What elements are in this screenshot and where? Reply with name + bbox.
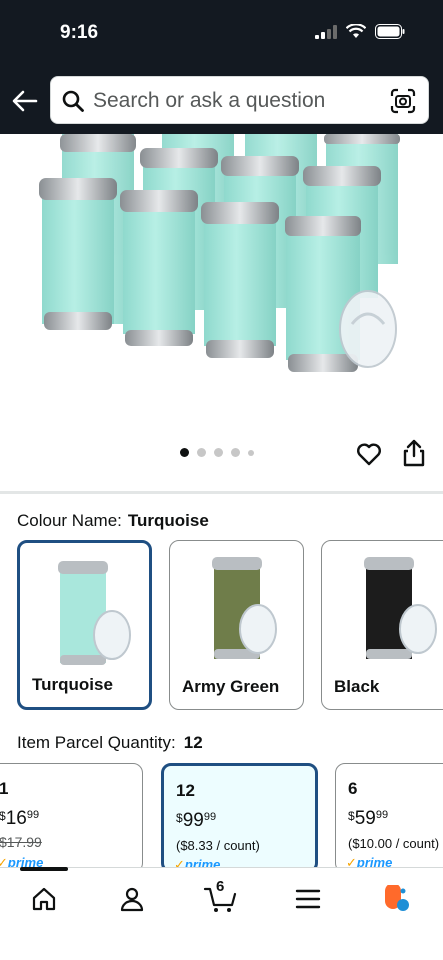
nav-rufus[interactable] bbox=[374, 882, 418, 916]
nav-cart[interactable]: 6 bbox=[198, 878, 242, 916]
heart-icon[interactable] bbox=[355, 440, 383, 468]
item-parcel-quantity-row: Item Parcel Quantity: 12 bbox=[17, 733, 203, 753]
product-image[interactable] bbox=[0, 134, 443, 414]
rufus-assistant-icon bbox=[385, 885, 409, 911]
nav-home[interactable] bbox=[22, 882, 66, 916]
colour-option-black[interactable]: Black bbox=[321, 540, 443, 710]
menu-icon bbox=[295, 889, 321, 909]
bottom-navigation: 6 bbox=[0, 867, 443, 960]
nav-menu[interactable] bbox=[286, 882, 330, 916]
section-divider bbox=[0, 491, 443, 494]
army-green-tumbler-image bbox=[212, 557, 277, 659]
colour-option-label: Black bbox=[334, 677, 380, 696]
unit-price: ($8.33 / count) bbox=[176, 838, 260, 853]
pagination-dot[interactable] bbox=[231, 448, 240, 457]
colour-option-label: Turquoise bbox=[32, 675, 113, 694]
camera-scan-icon[interactable] bbox=[390, 88, 416, 114]
colour-selected-value: Turquoise bbox=[127, 511, 209, 530]
battery-icon bbox=[375, 24, 405, 39]
pagination-dot[interactable] bbox=[197, 448, 206, 457]
status-icons bbox=[315, 24, 405, 39]
quantity-label: Item Parcel Quantity: bbox=[17, 733, 176, 752]
quantity-option-6[interactable]: 6 $5999 ($10.00 / count) ✓prime bbox=[335, 763, 443, 873]
quantity-option-12[interactable]: 12 $9999 ($8.33 / count) ✓prime bbox=[161, 763, 318, 873]
image-pagination-dots[interactable] bbox=[180, 448, 254, 457]
colour-option-turquoise[interactable]: Turquoise bbox=[17, 540, 152, 710]
account-icon bbox=[120, 887, 144, 912]
quantity-count: 1 bbox=[0, 779, 8, 799]
colour-option-label: Army Green bbox=[182, 677, 280, 696]
pagination-dot[interactable] bbox=[248, 449, 254, 456]
status-time: 9:16 bbox=[60, 22, 99, 43]
wifi-icon bbox=[346, 24, 366, 38]
product-page: 9:16 Search or ask a question Colour Nam… bbox=[0, 0, 443, 960]
quantity-price: $9999 bbox=[176, 810, 217, 831]
list-price: $17.99 bbox=[0, 834, 42, 850]
search-bar[interactable]: Search or ask a question bbox=[50, 76, 429, 124]
quantity-count: 12 bbox=[176, 781, 195, 800]
search-input[interactable]: Search or ask a question bbox=[93, 89, 325, 113]
cart-count-badge: 6 bbox=[216, 878, 225, 895]
nav-account[interactable] bbox=[110, 882, 154, 916]
cellular-signal-icon bbox=[315, 24, 337, 39]
active-tab-indicator bbox=[20, 867, 68, 871]
back-arrow-icon[interactable] bbox=[10, 86, 40, 116]
quantity-option-1[interactable]: 1 $1699 $17.99 ✓prime bbox=[0, 763, 143, 873]
colour-name-row: Colour Name: Turquoise bbox=[17, 511, 209, 531]
home-icon bbox=[32, 887, 56, 911]
quantity-price: $5999 bbox=[348, 808, 389, 829]
turquoise-tumbler-image bbox=[58, 561, 131, 665]
share-icon[interactable] bbox=[400, 438, 428, 468]
unit-price: ($10.00 / count) bbox=[348, 836, 440, 851]
quantity-selected-value: 12 bbox=[183, 733, 203, 752]
quantity-price: $1699 bbox=[0, 808, 40, 829]
search-icon bbox=[62, 90, 84, 112]
black-tumbler-image bbox=[364, 557, 437, 659]
colour-option-army-green[interactable]: Army Green bbox=[169, 540, 304, 710]
top-header: 9:16 Search or ask a question bbox=[0, 0, 443, 134]
quantity-count: 6 bbox=[348, 779, 358, 798]
colour-label: Colour Name: bbox=[17, 511, 122, 530]
pagination-dot[interactable] bbox=[180, 448, 189, 457]
pagination-dot[interactable] bbox=[214, 448, 223, 457]
